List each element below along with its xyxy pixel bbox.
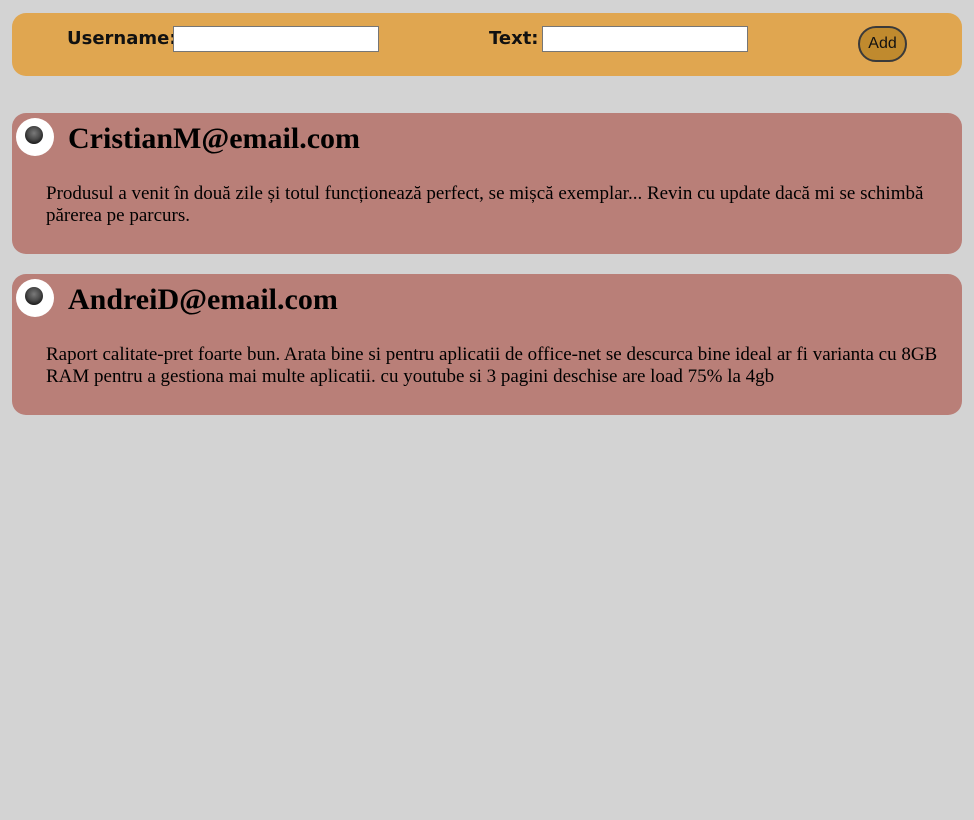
text-label: Text: [489,28,539,49]
text-input[interactable] [542,26,748,52]
add-button[interactable]: Add [858,26,907,62]
comment-form: Username: Text: Add [12,13,962,76]
review-card: AndreiD@email.com Raport calitate-pret f… [12,274,962,415]
avatar-head-shape [25,287,43,305]
avatar-head-shape [25,126,43,144]
review-text: Produsul a venit în două zile și totul f… [46,183,924,226]
review-card: CristianM@email.com Produsul a venit în … [12,113,962,254]
username-label: Username: [67,28,177,49]
avatar-icon [16,118,54,156]
review-username: AndreiD@email.com [68,283,338,316]
review-username: CristianM@email.com [68,122,361,155]
avatar-icon [16,279,54,317]
username-input[interactable] [173,26,379,52]
review-text: Raport calitate-pret foarte bun. Arata b… [46,344,938,387]
